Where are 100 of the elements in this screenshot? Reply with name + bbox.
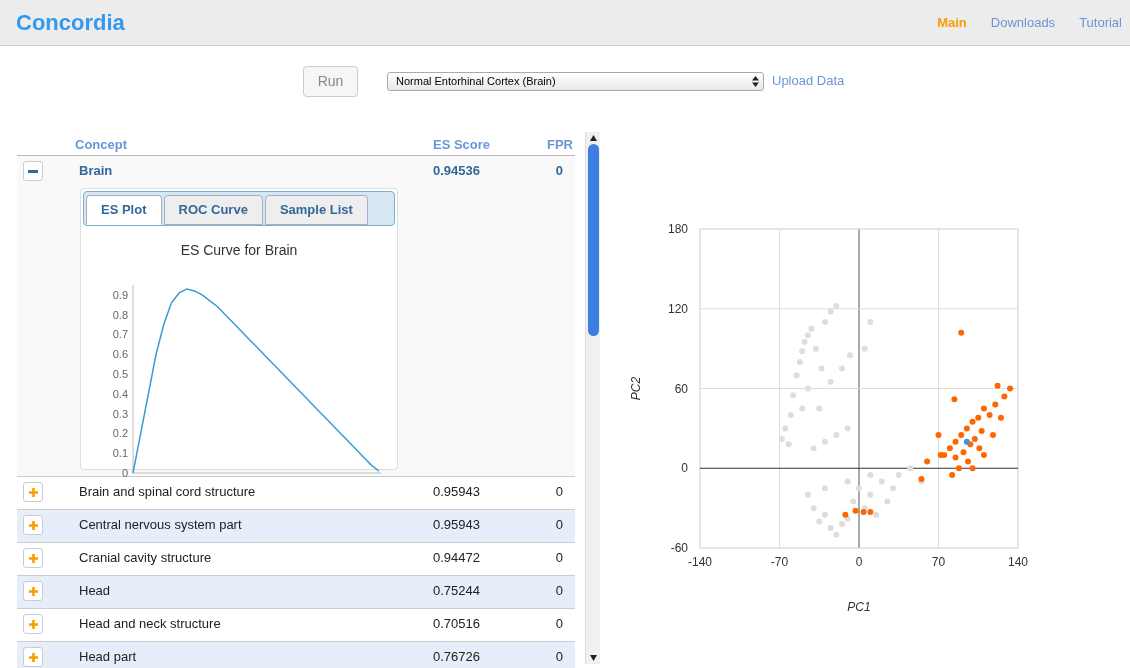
logo: Concordia — [16, 9, 125, 37]
fpr-value: 0 — [555, 615, 563, 633]
data-point — [793, 372, 800, 379]
data-point — [884, 498, 891, 505]
fpr-value: 0 — [555, 549, 563, 567]
data-point — [816, 405, 823, 412]
es-score: 0.94472 — [433, 549, 481, 567]
tick-label: 140 — [1008, 555, 1028, 569]
scrollbar-thumb[interactable] — [587, 144, 599, 336]
data-point — [844, 425, 851, 432]
y-axis-label: PC2 — [629, 376, 643, 401]
scrollbar[interactable] — [585, 132, 600, 664]
tick-label: 0.6 — [112, 348, 128, 361]
data-point — [827, 378, 834, 385]
data-point — [790, 392, 797, 399]
data-point — [907, 465, 914, 472]
column-header[interactable]: Concept — [75, 134, 433, 154]
expand-button[interactable] — [23, 647, 43, 667]
concept-name: Central nervous system part — [79, 516, 243, 534]
data-point — [850, 498, 857, 505]
data-point — [935, 432, 942, 438]
expand-button[interactable] — [23, 581, 43, 601]
fpr-value: 0 — [555, 648, 563, 666]
tick-label: 120 — [667, 301, 688, 316]
data-point — [990, 432, 996, 438]
es-score: 0.94536 — [433, 162, 481, 180]
data-point — [799, 405, 806, 412]
tab[interactable]: Sample List — [264, 195, 368, 225]
data-point — [867, 319, 874, 326]
tick-label: -70 — [770, 555, 789, 569]
tick-label: 0 — [121, 467, 128, 479]
concept-row[interactable]: Central nervous system part 0.95943 0 — [17, 510, 575, 543]
expand-button[interactable] — [23, 515, 43, 535]
tick-label: 0.4 — [112, 387, 128, 400]
concept-row[interactable]: Brain 0.94536 0 ES Plot ROC Curve Sample List ES Curve for Brain 0 0.1 0.2 0.3 0.4 0.5 0.6 0.7 0.8 0.9 — [17, 156, 575, 477]
concept-row[interactable]: Head part 0.76726 0 — [17, 642, 575, 668]
scroll-up-icon — [589, 135, 597, 141]
concept-name: Brain — [79, 162, 114, 180]
data-point — [951, 396, 958, 403]
column-header[interactable]: ES Score — [433, 134, 533, 154]
data-point — [924, 458, 931, 465]
expand-button[interactable] — [23, 482, 43, 502]
fpr-value: 0 — [555, 162, 563, 180]
data-point — [992, 401, 999, 408]
tick-label: -140 — [688, 555, 712, 569]
concept-name: Cranial cavity structure — [79, 549, 213, 567]
data-point — [994, 382, 1001, 389]
expand-button[interactable] — [23, 548, 43, 568]
data-point — [810, 505, 817, 512]
tick-label: 0.7 — [112, 328, 128, 341]
tick-label: 70 — [931, 555, 946, 569]
concept-name: Head — [79, 582, 112, 600]
data-point — [782, 425, 789, 432]
fpr-value: 0 — [555, 582, 563, 600]
es-score: 0.70516 — [433, 615, 481, 633]
select-arrows-icon — [752, 75, 759, 87]
column-header[interactable]: FPR — [547, 134, 573, 154]
data-point — [812, 345, 819, 352]
chart-title: ES Curve for Brain — [180, 241, 298, 260]
data-point — [833, 432, 840, 438]
data-point — [787, 412, 794, 419]
data-point — [821, 485, 828, 492]
upload-data-link[interactable]: Upload Data — [772, 71, 845, 91]
data-point — [821, 438, 828, 445]
tick-label: 0 — [681, 461, 688, 476]
data-point — [804, 491, 811, 498]
fpr-value: 0 — [555, 516, 563, 534]
minus-icon — [28, 169, 38, 173]
tick-label: 0.9 — [112, 288, 128, 301]
tick-label: 0 — [855, 555, 863, 569]
data-point — [846, 352, 853, 359]
plus-icon — [28, 619, 38, 629]
data-point — [878, 478, 885, 485]
es-score: 0.95943 — [433, 516, 481, 534]
tick-label: 0.2 — [112, 427, 128, 440]
data-point — [867, 471, 874, 478]
data-point — [861, 345, 868, 352]
tick-label: 0.1 — [112, 447, 128, 460]
expand-button[interactable] — [23, 614, 43, 634]
tick-label: 0.5 — [112, 368, 128, 381]
run-button[interactable]: Run — [303, 65, 358, 97]
data-point — [890, 485, 897, 492]
es-score: 0.95943 — [433, 483, 481, 501]
data-point — [867, 491, 874, 498]
data-point — [844, 478, 851, 485]
tab[interactable]: ROC Curve — [163, 195, 263, 225]
scroll-down-icon — [589, 655, 597, 661]
data-point — [838, 365, 845, 372]
concept-row[interactable]: Head 0.75244 0 — [17, 576, 575, 609]
collapse-button[interactable] — [23, 161, 43, 181]
tick-label: 0.8 — [112, 308, 128, 321]
plus-icon — [28, 652, 38, 662]
data-point — [856, 485, 862, 492]
concept-name: Brain and spinal cord structure — [79, 483, 257, 501]
tab[interactable]: ES Plot — [86, 195, 162, 225]
fpr-value: 0 — [555, 483, 563, 501]
dataset-select[interactable]: Normal Entorhinal Cortex (Brain) — [387, 71, 764, 91]
x-axis-label: PC1 — [847, 600, 871, 614]
es-score: 0.75244 — [433, 582, 481, 600]
data-point — [810, 445, 817, 452]
